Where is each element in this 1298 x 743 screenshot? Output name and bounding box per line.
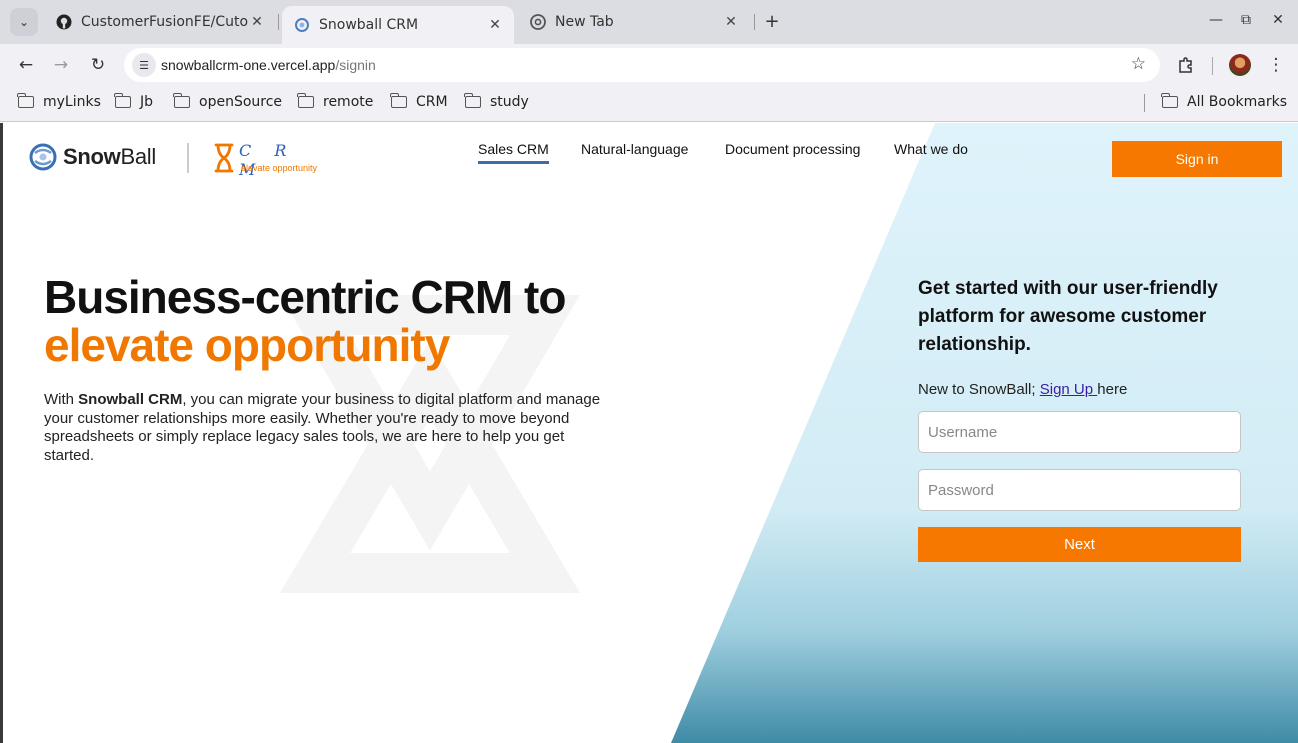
snowball-logo-text: SnowBall (63, 144, 156, 170)
tab-title: Snowball CRM (319, 17, 419, 33)
hero-desc-prefix: With (44, 391, 79, 408)
chevron-down-icon: ⌄ (18, 15, 30, 29)
close-icon[interactable]: ✕ (486, 17, 504, 33)
bookmark-folder-remote[interactable]: remote (297, 93, 374, 110)
close-icon[interactable]: ✕ (248, 14, 266, 30)
all-bookmarks-button[interactable]: All Bookmarks (1161, 93, 1288, 110)
reload-icon[interactable]: ↻ (86, 53, 110, 77)
logo-text-rest: Ball (120, 144, 156, 169)
folder-icon (1161, 93, 1178, 108)
password-input[interactable] (918, 469, 1241, 511)
github-icon (56, 14, 72, 30)
nav-document-processing[interactable]: Document processing (725, 141, 860, 157)
url-text[interactable]: snowballcrm-one.vercel.app/signin (161, 57, 376, 73)
address-bar[interactable]: ☰ snowballcrm-one.vercel.app/signin ☆ (124, 48, 1160, 82)
crm-logo-tagline: elevate opportunity (241, 163, 318, 173)
chrome-icon (530, 14, 546, 30)
restore-icon[interactable]: ⧉ (1236, 12, 1256, 28)
snowball-logo-icon (29, 143, 57, 171)
hourglass-logo-icon (214, 143, 234, 173)
bookmarks-bar: myLinks Jb openSource remote CRM study A… (0, 86, 1298, 122)
sign-up-link[interactable]: Sign Up (1040, 381, 1098, 398)
bookmark-label: Jb (140, 94, 154, 110)
hero-description: With Snowball CRM, you can migrate your … (44, 391, 604, 465)
snowball-logo[interactable]: SnowBall (29, 143, 156, 171)
bookmark-folder-crm[interactable]: CRM (390, 93, 448, 110)
new-tab-plus-icon[interactable]: + (762, 10, 782, 34)
browser-toolbar: ← → ↻ ☰ snowballcrm-one.vercel.app/signi… (0, 44, 1298, 86)
tab-title: CustomerFusionFE/Cuto (81, 14, 248, 30)
hero-title: Business-centric CRM to elevate opportun… (44, 271, 566, 371)
nav-natural-language[interactable]: Natural-language (581, 141, 688, 157)
tab-divider (754, 14, 755, 30)
bookmark-folder-opensource[interactable]: openSource (173, 93, 283, 110)
logo-text-bold: Snow (63, 144, 121, 169)
profile-avatar[interactable] (1229, 54, 1251, 76)
folder-icon (297, 93, 314, 108)
tab-snowball-crm[interactable]: Snowball CRM ✕ (282, 6, 514, 44)
forward-arrow-icon[interactable]: → (49, 53, 73, 77)
tab-strip: ⌄ CustomerFusionFE/Cuto ✕ Snowball CRM ✕… (0, 0, 1298, 44)
site-info-icon[interactable]: ☰ (132, 53, 156, 77)
snowball-favicon-icon (294, 17, 310, 33)
folder-icon (114, 93, 131, 108)
bookmark-folder-mylinks[interactable]: myLinks (17, 93, 101, 110)
minimize-icon[interactable]: — (1206, 12, 1226, 28)
nav-sales-crm[interactable]: Sales CRM (478, 141, 549, 164)
bookmark-folder-jb[interactable]: Jb (114, 93, 154, 110)
folder-icon (17, 93, 34, 108)
crm-logo[interactable]: C R M elevate opportunity (213, 141, 317, 179)
extensions-puzzle-icon[interactable] (1174, 53, 1198, 77)
hero-desc-brand: Snowball CRM (78, 391, 183, 408)
signin-panel-title: Get started with our user-friendly platf… (918, 278, 1218, 355)
tab-github[interactable]: CustomerFusionFE/Cuto ✕ (44, 6, 276, 38)
sign-in-button[interactable]: Sign in (1112, 141, 1282, 177)
bookmark-label: remote (323, 94, 374, 110)
web-page: SnowBall C R M elevate opportunity Sales… (3, 123, 1298, 743)
more-menu-icon[interactable]: ⋮ (1264, 53, 1288, 77)
bookmarks-divider (1144, 94, 1145, 112)
bookmark-label: study (490, 94, 529, 110)
url-host: snowballcrm-one.vercel.app (161, 57, 336, 73)
bookmark-star-icon[interactable]: ☆ (1131, 54, 1146, 74)
folder-icon (390, 93, 407, 108)
close-icon[interactable]: ✕ (722, 14, 740, 30)
tab-new-tab[interactable]: New Tab ✕ (518, 6, 750, 38)
signup-prompt-prefix: New to SnowBall; (918, 381, 1040, 398)
username-input[interactable] (918, 411, 1241, 453)
url-path: /signin (335, 57, 376, 73)
tab-title: New Tab (555, 14, 614, 30)
logo-divider (187, 143, 189, 173)
bookmark-label: openSource (199, 94, 283, 110)
crm-logo-letters: C R M (239, 141, 296, 179)
hero-title-highlight: elevate opportunity (44, 319, 450, 371)
folder-icon (173, 93, 190, 108)
folder-icon (464, 93, 481, 108)
bookmark-label: CRM (416, 94, 448, 110)
bookmark-folder-study[interactable]: study (464, 93, 529, 110)
nav-what-we-do[interactable]: What we do (894, 141, 968, 157)
bookmark-label: All Bookmarks (1187, 94, 1288, 110)
signup-prompt: New to SnowBall; Sign Up here (918, 381, 1127, 398)
next-button[interactable]: Next (918, 527, 1241, 562)
back-arrow-icon[interactable]: ← (14, 53, 38, 77)
tab-search-button[interactable]: ⌄ (10, 8, 38, 36)
bookmark-label: myLinks (43, 94, 101, 110)
hero-title-line1: Business-centric CRM to (44, 271, 566, 323)
tab-divider (278, 14, 279, 30)
toolbar-divider (1212, 57, 1213, 75)
signup-prompt-suffix: here (1097, 381, 1128, 398)
window-close-icon[interactable]: ✕ (1268, 12, 1288, 28)
